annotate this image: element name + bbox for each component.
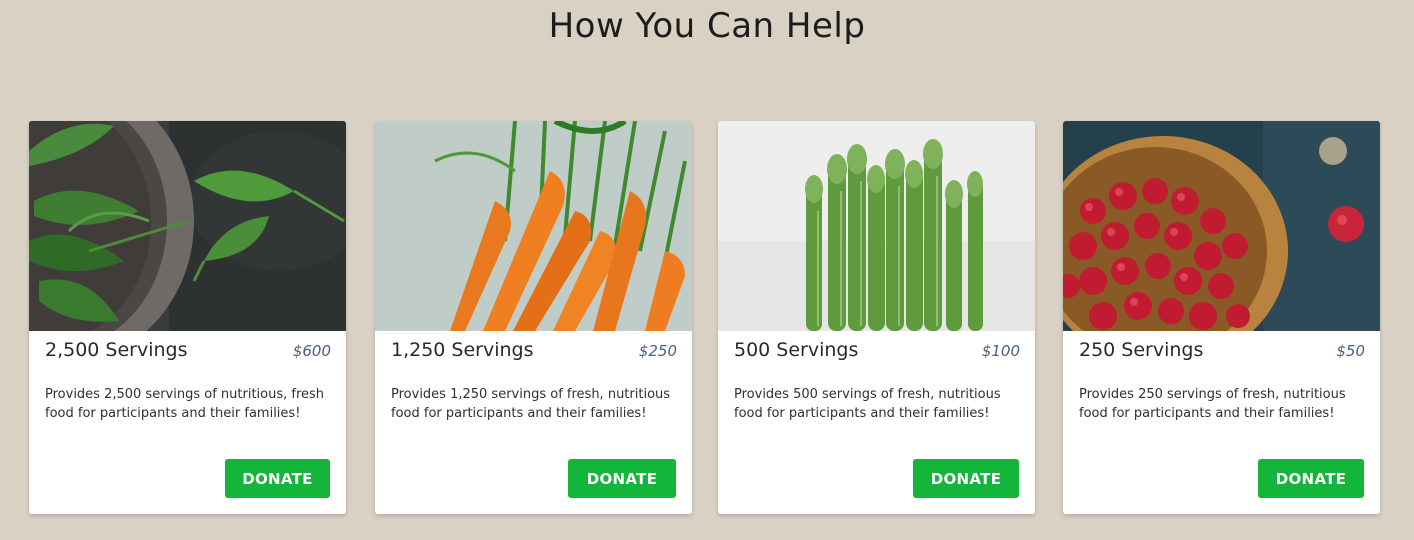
price-label: $100: [981, 342, 1020, 360]
donation-card-250: 250 Servings $50 Provides 250 servings o…: [1063, 121, 1380, 514]
price-label: $600: [292, 342, 331, 360]
help-section: How You Can Help 2,500 Servings $600 Pro…: [0, 0, 1414, 540]
donate-button-250[interactable]: DONATE: [1258, 459, 1364, 498]
basil-leaves-image: [29, 121, 346, 331]
servings-label: 2,500 Servings: [45, 339, 188, 361]
donation-card-1250: 1,250 Servings $250 Provides 1,250 servi…: [375, 121, 692, 514]
donate-button-1250[interactable]: DONATE: [568, 459, 676, 498]
servings-label: 250 Servings: [1079, 339, 1204, 361]
donation-card-2500: 2,500 Servings $600 Provides 2,500 servi…: [29, 121, 346, 514]
donate-button-2500[interactable]: DONATE: [225, 459, 330, 498]
cranberries-image: [1063, 121, 1380, 331]
servings-label: 1,250 Servings: [391, 339, 534, 361]
card-description: Provides 250 servings of fresh, nutritio…: [1079, 387, 1346, 421]
price-label: $250: [638, 342, 677, 360]
carrots-image: [375, 121, 692, 331]
card-description: Provides 500 servings of fresh, nutritio…: [734, 387, 1001, 421]
price-label: $50: [1336, 342, 1365, 360]
donate-button-500[interactable]: DONATE: [913, 459, 1019, 498]
card-description: Provides 2,500 servings of nutritious, f…: [45, 387, 325, 421]
section-title: How You Can Help: [548, 6, 866, 46]
card-description: Provides 1,250 servings of fresh, nutrit…: [391, 387, 671, 421]
servings-label: 500 Servings: [734, 339, 859, 361]
donation-card-500: 500 Servings $100 Provides 500 servings …: [718, 121, 1035, 514]
asparagus-image: [718, 121, 1035, 331]
